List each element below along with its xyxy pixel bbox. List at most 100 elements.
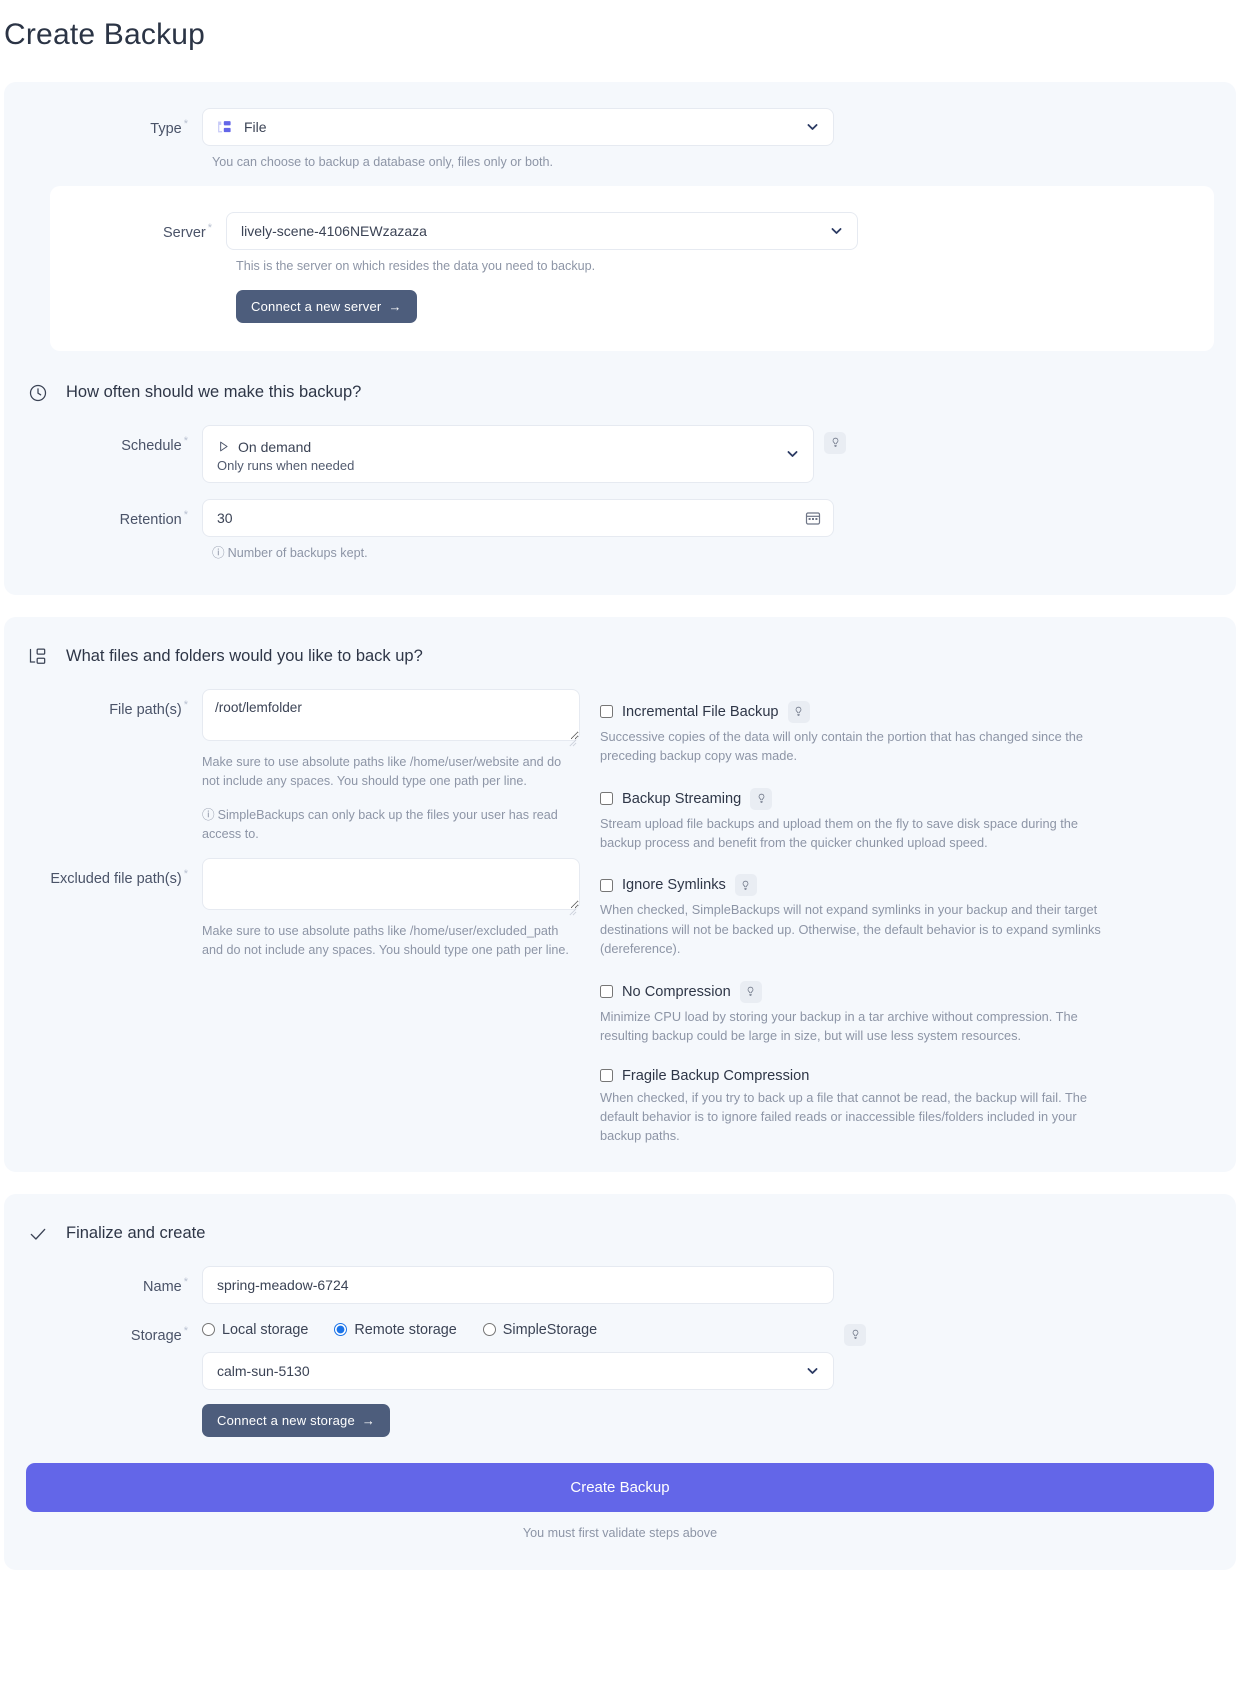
arrow-right-icon: → xyxy=(361,1412,376,1428)
ignore-symlinks-tooltip-icon[interactable] xyxy=(734,874,757,897)
schedule-tooltip-icon[interactable] xyxy=(824,431,846,454)
retention-field-col: 30 ⓘ Number of backups kept. xyxy=(202,498,834,563)
incremental-file-backup-description: Successive copies of the data will only … xyxy=(600,728,1084,764)
server-label: Server * xyxy=(50,212,226,241)
remote-storage-label: Remote storage xyxy=(354,1321,457,1338)
play-icon xyxy=(217,440,230,453)
storage-option-remote[interactable]: Remote storage xyxy=(334,1321,457,1338)
clock-icon xyxy=(28,383,48,403)
incremental-file-backup-checkbox[interactable] xyxy=(600,705,613,719)
type-select-value: File xyxy=(244,119,267,135)
simplestorage-label: SimpleStorage xyxy=(502,1321,598,1338)
file-paths-required-mark: * xyxy=(183,698,188,711)
backup-name-input[interactable]: spring-meadow-6724 xyxy=(202,1265,834,1304)
local-storage-label: Local storage xyxy=(222,1321,309,1338)
excluded-paths-textarea-wrap xyxy=(202,858,580,916)
server-row: Server * lively-scene-4106NEWzazaza This … xyxy=(50,211,1194,323)
finalize-card: Finalize and create Name * spring-meadow-… xyxy=(4,1193,1236,1570)
schedule-select-value-row: On demand xyxy=(217,439,311,455)
connect-new-server-label: Connect a new server xyxy=(251,298,382,314)
backup-streaming-tooltip-icon[interactable] xyxy=(750,787,773,810)
excluded-paths-field-col: Make sure to use absolute paths like /ho… xyxy=(202,858,580,960)
server-field-col: lively-scene-4106NEWzazaza This is the s… xyxy=(226,211,858,323)
type-required-mark: * xyxy=(183,118,188,130)
server-select[interactable]: lively-scene-4106NEWzazaza xyxy=(226,211,858,250)
page-title: Create Backup xyxy=(4,18,206,51)
no-compression-checkbox[interactable] xyxy=(600,985,613,999)
storage-select[interactable]: calm-sun-5130 xyxy=(202,1351,834,1390)
schedule-select[interactable]: On demand Only runs when needed xyxy=(202,424,814,483)
retention-label: Retention * xyxy=(26,499,202,528)
file-paths-textarea[interactable] xyxy=(202,688,580,741)
backup-streaming-label: Backup Streaming xyxy=(622,790,742,807)
incremental-file-backup-tooltip-icon[interactable] xyxy=(787,700,810,723)
schedule-heading: How often should we make this backup? xyxy=(28,383,1214,403)
retention-label-text: Retention xyxy=(119,511,182,528)
simplestorage-radio[interactable] xyxy=(482,1323,496,1337)
option-backup-streaming: Backup Streaming Stream upload file back… xyxy=(600,787,1214,853)
schedule-row: Schedule * On demand Only runs when neede… xyxy=(26,424,1214,483)
storage-select-value: calm-sun-5130 xyxy=(217,1362,310,1379)
chevron-down-icon xyxy=(806,121,819,134)
create-backup-submit-button[interactable]: Create Backup xyxy=(26,1462,1214,1512)
excluded-paths-row: Excluded file path(s) * Make sure to use … xyxy=(26,858,586,960)
backup-streaming-description: Stream upload file backups and upload th… xyxy=(600,815,1079,850)
schedule-select-subvalue: Only runs when needed xyxy=(217,457,355,473)
schedule-label-text: Schedule xyxy=(121,437,182,454)
connect-new-server-button[interactable]: Connect a new server → xyxy=(236,289,417,323)
schedule-heading-text: How often should we make this backup? xyxy=(66,383,362,402)
option-row[interactable]: Ignore Symlinks xyxy=(600,874,1214,897)
server-label-text: Server xyxy=(163,224,206,241)
submit-note: You must first validate steps above xyxy=(522,1525,718,1540)
option-row[interactable]: No Compression xyxy=(600,980,1214,1003)
no-compression-tooltip-icon[interactable] xyxy=(739,980,762,1003)
storage-row: Storage * Local storage Remote storage Si… xyxy=(26,1322,1214,1437)
files-heading: What files and folders would you like to… xyxy=(28,647,1214,667)
files-options-column: Incremental File Backup Successive copie… xyxy=(586,689,1214,1146)
ignore-symlinks-description: When checked, SimpleBackups will not exp… xyxy=(600,902,1101,957)
file-paths-label-text: File path(s) xyxy=(109,701,182,718)
finalize-heading-text: Finalize and create xyxy=(66,1224,206,1243)
name-row: Name * spring-meadow-6724 xyxy=(26,1265,1214,1304)
fragile-backup-compression-checkbox[interactable] xyxy=(600,1069,613,1083)
remote-storage-radio[interactable] xyxy=(334,1323,348,1337)
fragile-backup-compression-label: Fragile Backup Compression xyxy=(622,1067,810,1084)
files-heading-text: What files and folders would you like to… xyxy=(66,647,423,666)
excluded-paths-label: Excluded file path(s) * xyxy=(26,858,202,887)
excluded-paths-helper: Make sure to use absolute paths like /ho… xyxy=(202,924,569,958)
file-paths-row: File path(s)* Make sure to use absolute … xyxy=(26,688,586,845)
retention-row: Retention * 30 ⓘ Number of backups kept. xyxy=(26,498,1214,563)
type-field-col: File You can choose to backup a database… xyxy=(202,108,834,172)
file-tree-icon xyxy=(217,119,234,136)
storage-tooltip-icon[interactable] xyxy=(844,1323,866,1346)
storage-label: Storage * xyxy=(26,1322,202,1344)
server-required-mark: * xyxy=(207,221,212,234)
type-select[interactable]: File xyxy=(202,108,834,146)
server-card: Server * lively-scene-4106NEWzazaza This … xyxy=(50,185,1214,351)
option-row[interactable]: Backup Streaming xyxy=(600,787,1214,810)
storage-option-local[interactable]: Local storage xyxy=(202,1322,308,1338)
file-paths-label: File path(s) * xyxy=(26,689,202,718)
calendar-icon[interactable] xyxy=(805,510,821,526)
local-storage-radio[interactable] xyxy=(202,1323,215,1337)
connect-new-storage-button[interactable]: Connect a new storage → xyxy=(202,1403,391,1437)
check-icon xyxy=(28,1224,48,1244)
backup-streaming-checkbox[interactable] xyxy=(600,792,613,806)
no-compression-label: No Compression xyxy=(622,983,731,1000)
finalize-heading: Finalize and create xyxy=(28,1224,1214,1244)
chevron-down-icon xyxy=(830,224,843,237)
excluded-paths-textarea[interactable] xyxy=(202,858,580,911)
retention-input[interactable]: 30 xyxy=(202,498,834,537)
ignore-symlinks-checkbox[interactable] xyxy=(600,878,613,892)
option-row[interactable]: Incremental File Backup xyxy=(600,700,1214,723)
option-row[interactable]: Fragile Backup Compression xyxy=(600,1068,1214,1084)
arrow-right-icon: → xyxy=(388,298,402,314)
option-incremental-file-backup: Incremental File Backup Successive copie… xyxy=(600,700,1214,766)
chevron-down-icon xyxy=(806,1364,819,1377)
storage-field-col: Local storage Remote storage SimpleStora… xyxy=(202,1322,834,1437)
file-paths-field-col: Make sure to use absolute paths like /ho… xyxy=(202,688,580,845)
fragile-backup-compression-description: When checked, if you try to back up a fi… xyxy=(600,1089,1088,1144)
connect-new-storage-label: Connect a new storage xyxy=(217,1412,355,1428)
server-helper: This is the server on which resides the … xyxy=(236,258,596,273)
storage-option-simplestorage[interactable]: SimpleStorage xyxy=(482,1321,598,1338)
